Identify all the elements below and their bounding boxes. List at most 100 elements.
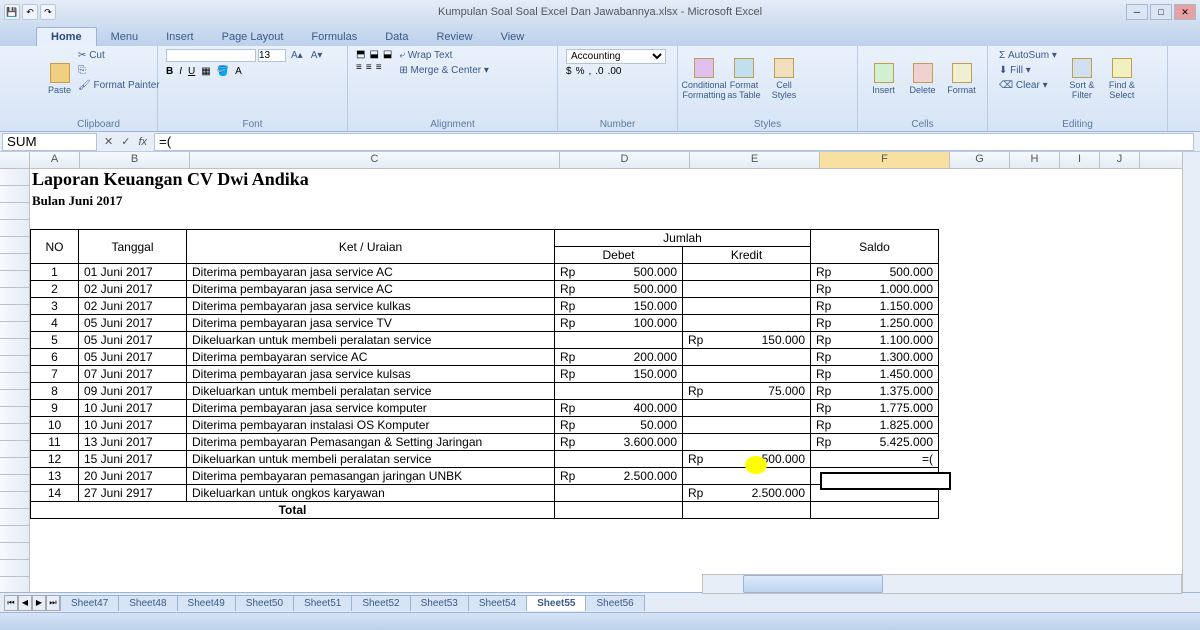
tab-data[interactable]: Data <box>371 28 422 46</box>
find-select-button[interactable]: Find & Select <box>1104 49 1140 109</box>
sheet-tab[interactable]: Sheet49 <box>177 595 236 611</box>
inc-decimal-icon[interactable]: .0 <box>595 66 603 77</box>
name-box[interactable] <box>2 133 97 151</box>
format-painter-button[interactable]: 🖌 Format Painter <box>75 79 163 92</box>
number-format-combo[interactable]: Accounting <box>566 49 666 64</box>
col-D[interactable]: D <box>560 152 690 168</box>
cancel-formula-icon[interactable]: ✕ <box>101 135 116 148</box>
table-row[interactable]: 505 Juni 2017Dikeluarkan untuk membeli p… <box>31 332 939 349</box>
tab-home[interactable]: Home <box>36 27 97 46</box>
col-E[interactable]: E <box>690 152 820 168</box>
table-row[interactable]: 1010 Juni 2017Diterima pembayaran instal… <box>31 417 939 434</box>
enter-formula-icon[interactable]: ✓ <box>118 135 133 148</box>
col-G[interactable]: G <box>950 152 1010 168</box>
paste-button[interactable]: Paste <box>48 49 71 109</box>
sort-filter-button[interactable]: Sort & Filter <box>1064 49 1100 109</box>
align-left-icon[interactable]: ≡ <box>356 62 362 73</box>
formula-bar[interactable] <box>154 133 1194 151</box>
table-row[interactable]: 101 Juni 2017Diterima pembayaran jasa se… <box>31 264 939 281</box>
select-all-corner[interactable] <box>0 152 30 168</box>
sheet-tab[interactable]: Sheet50 <box>235 595 294 611</box>
table-row[interactable]: 707 Juni 2017Diterima pembayaran jasa se… <box>31 366 939 383</box>
vertical-scrollbar[interactable] <box>1182 152 1200 592</box>
insert-cells-button[interactable]: Insert <box>866 49 901 109</box>
shrink-font-icon[interactable]: A▾ <box>308 49 326 62</box>
conditional-formatting-button[interactable]: Conditional Formatting <box>686 49 722 109</box>
sheet-tab[interactable]: Sheet56 <box>585 595 644 611</box>
cut-button[interactable]: ✂ Cut <box>75 49 163 62</box>
delete-cells-button[interactable]: Delete <box>905 49 940 109</box>
table-row[interactable]: 1113 Juni 2017Diterima pembayaran Pemasa… <box>31 434 939 451</box>
tab-review[interactable]: Review <box>422 28 486 46</box>
col-I[interactable]: I <box>1060 152 1100 168</box>
align-right-icon[interactable]: ≡ <box>376 62 382 73</box>
autosum-button[interactable]: Σ AutoSum ▾ <box>996 49 1060 62</box>
minimize-icon[interactable]: ─ <box>1126 4 1148 20</box>
merge-center-button[interactable]: ⊞ Merge & Center ▾ <box>396 64 492 77</box>
sheet-tab[interactable]: Sheet52 <box>351 595 410 611</box>
font-name-combo[interactable] <box>166 49 256 62</box>
prev-sheet-icon[interactable]: ◀ <box>18 595 32 611</box>
last-sheet-icon[interactable]: ⏭ <box>46 595 60 611</box>
tab-page-layout[interactable]: Page Layout <box>208 28 298 46</box>
fill-color-button[interactable]: 🪣 <box>217 66 229 77</box>
table-row[interactable]: 809 Juni 2017Dikeluarkan untuk membeli p… <box>31 383 939 400</box>
format-as-table-button[interactable]: Format as Table <box>726 49 762 109</box>
table-row[interactable]: 910 Juni 2017Diterima pembayaran jasa se… <box>31 400 939 417</box>
col-A[interactable]: A <box>30 152 80 168</box>
table-row[interactable]: 405 Juni 2017Diterima pembayaran jasa se… <box>31 315 939 332</box>
wrap-text-button[interactable]: ⤶ Wrap Text <box>396 49 492 62</box>
tab-formulas[interactable]: Formulas <box>297 28 371 46</box>
save-icon[interactable]: 💾 <box>4 4 20 20</box>
italic-button[interactable]: I <box>179 66 182 77</box>
sheet-tab[interactable]: Sheet55 <box>526 595 586 611</box>
font-color-button[interactable]: A <box>235 66 242 77</box>
copy-button[interactable]: ⎘ <box>75 64 163 77</box>
comma-icon[interactable]: , <box>588 66 591 77</box>
border-button[interactable]: ▦ <box>201 66 210 77</box>
underline-button[interactable]: U <box>188 66 195 77</box>
close-icon[interactable]: ✕ <box>1174 4 1196 20</box>
fx-icon[interactable]: fx <box>135 136 150 148</box>
align-mid-icon[interactable]: ⬓ <box>369 49 378 60</box>
sheet-tab[interactable]: Sheet53 <box>410 595 469 611</box>
sheet-tab[interactable]: Sheet47 <box>60 595 119 611</box>
maximize-icon[interactable]: □ <box>1150 4 1172 20</box>
redo-icon[interactable]: ↷ <box>40 4 56 20</box>
table-row[interactable]: 1215 Juni 2017Dikeluarkan untuk membeli … <box>31 451 939 468</box>
align-center-icon[interactable]: ≡ <box>366 62 372 73</box>
bold-button[interactable]: B <box>166 66 173 77</box>
fill-button[interactable]: ⬇ Fill ▾ <box>996 64 1060 77</box>
table-row[interactable]: 605 Juni 2017Diterima pembayaran service… <box>31 349 939 366</box>
sheet-tab[interactable]: Sheet54 <box>468 595 527 611</box>
tab-menu[interactable]: Menu <box>97 28 153 46</box>
dec-decimal-icon[interactable]: .00 <box>608 66 622 77</box>
undo-icon[interactable]: ↶ <box>22 4 38 20</box>
spreadsheet-grid[interactable]: A B C D E F G H I J Laporan Keuangan CV … <box>0 152 1200 592</box>
sheet-tab[interactable]: Sheet48 <box>118 595 177 611</box>
col-F[interactable]: F <box>820 152 950 168</box>
tab-view[interactable]: View <box>487 28 539 46</box>
font-size-combo[interactable] <box>258 49 286 62</box>
sheet-tab[interactable]: Sheet51 <box>293 595 352 611</box>
first-sheet-icon[interactable]: ⏮ <box>4 595 18 611</box>
align-bot-icon[interactable]: ⬓ <box>383 49 392 60</box>
col-B[interactable]: B <box>80 152 190 168</box>
col-C[interactable]: C <box>190 152 560 168</box>
tab-insert[interactable]: Insert <box>152 28 208 46</box>
cell-area[interactable]: Laporan Keuangan CV Dwi Andika Bulan Jun… <box>30 169 1200 592</box>
col-J[interactable]: J <box>1100 152 1140 168</box>
table-row[interactable]: 202 Juni 2017Diterima pembayaran jasa se… <box>31 281 939 298</box>
clear-button[interactable]: ⌫ Clear ▾ <box>996 79 1060 92</box>
col-H[interactable]: H <box>1010 152 1060 168</box>
percent-icon[interactable]: % <box>576 66 585 77</box>
grow-font-icon[interactable]: A▴ <box>288 49 306 62</box>
currency-icon[interactable]: $ <box>566 66 572 77</box>
table-row[interactable]: 302 Juni 2017Diterima pembayaran jasa se… <box>31 298 939 315</box>
cell-styles-button[interactable]: Cell Styles <box>766 49 802 109</box>
next-sheet-icon[interactable]: ▶ <box>32 595 46 611</box>
align-top-icon[interactable]: ⬒ <box>356 49 365 60</box>
horizontal-scrollbar[interactable] <box>702 574 1182 594</box>
table-row[interactable]: 1427 Juni 2917Dikeluarkan untuk ongkos k… <box>31 485 939 502</box>
format-cells-button[interactable]: Format <box>944 49 979 109</box>
